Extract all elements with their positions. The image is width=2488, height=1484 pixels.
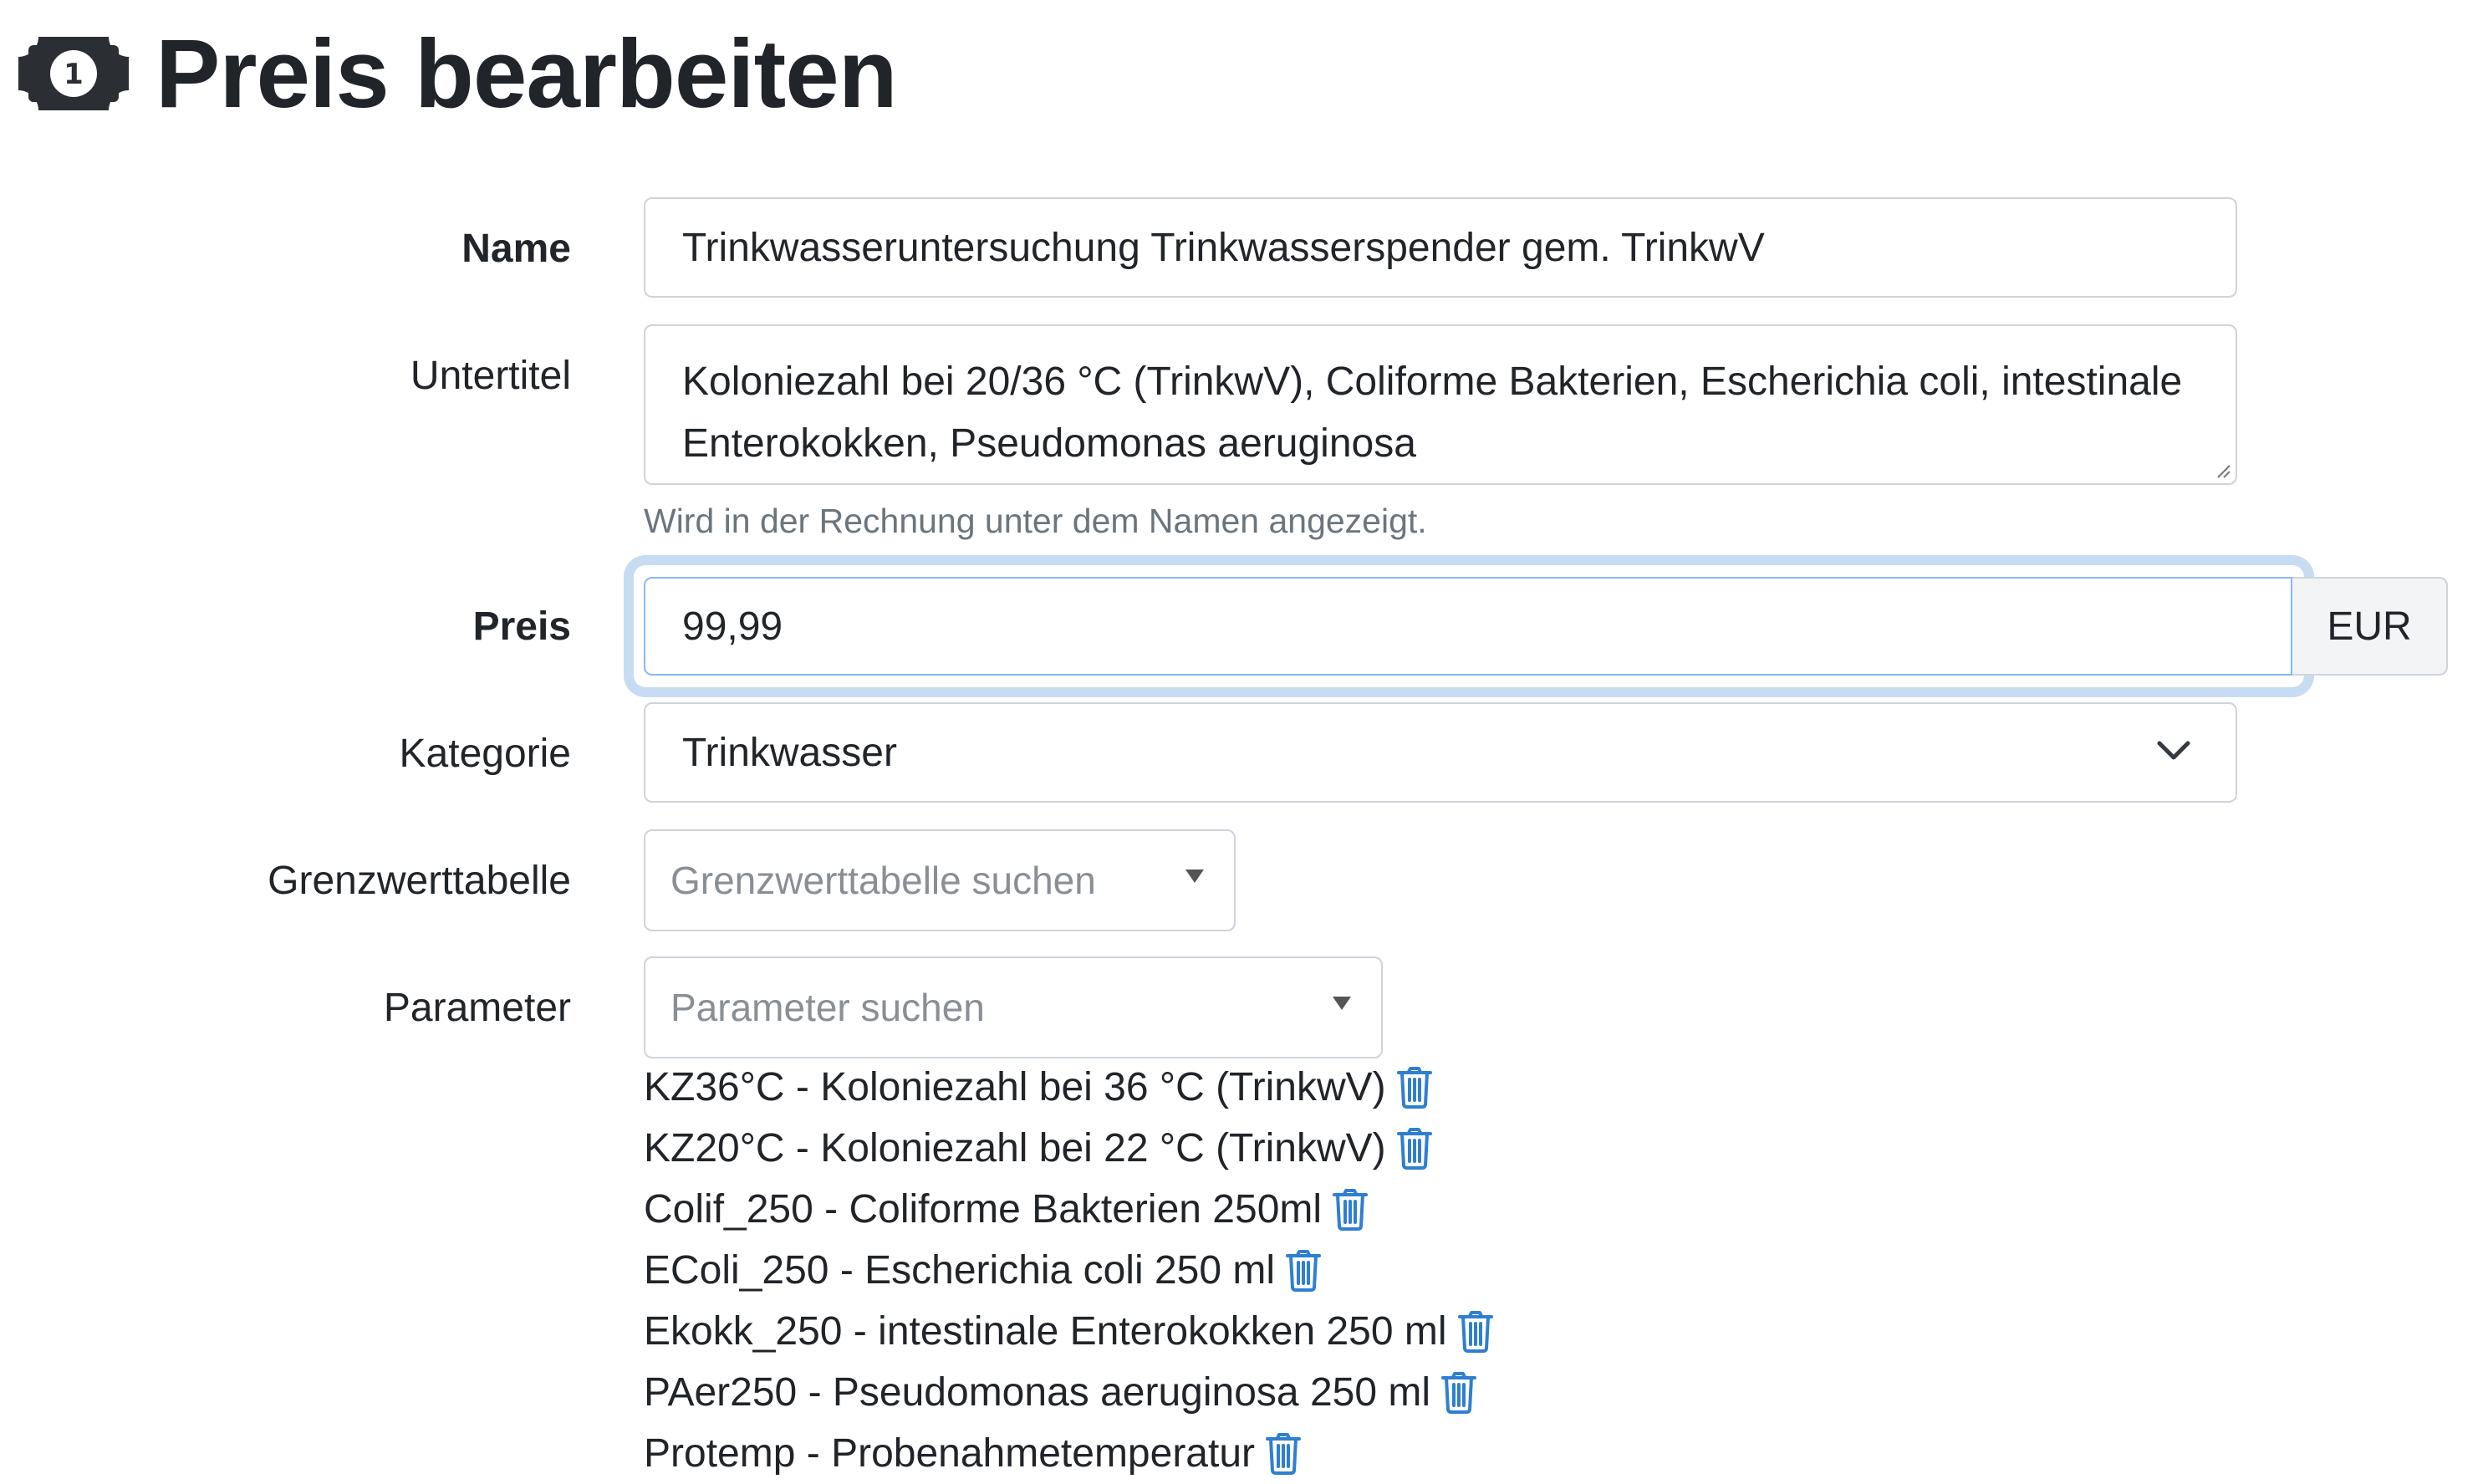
parameter-list: KZ36°C - Koloniezahl bei 36 °C (TrinkwV)… <box>644 1057 1494 1484</box>
parameter-search[interactable]: Parameter suchen <box>644 956 1383 1058</box>
currency-label: EUR <box>2327 604 2412 649</box>
name-input-value: Trinkwasseruntersuchung Trinkwasserspend… <box>682 225 1765 270</box>
limit-table-placeholder: Grenzwerttabelle suchen <box>670 859 1096 902</box>
trash-icon[interactable] <box>1396 1127 1433 1170</box>
page-title-text: Preis bearbeiten <box>156 19 898 128</box>
caret-down-icon <box>1185 869 1204 883</box>
trash-icon[interactable] <box>1332 1188 1369 1231</box>
parameter-item-label: PAer250 - Pseudomonas aeruginosa 250 ml <box>644 1370 1431 1415</box>
list-item: Ekokk_250 - intestinale Enterokokken 250… <box>644 1301 1494 1362</box>
parameter-item-label: Colif_250 - Coliforme Bakterien 250ml <box>644 1187 1323 1232</box>
category-select[interactable]: Trinkwasser <box>644 702 2237 803</box>
resize-grip-icon[interactable] <box>2215 463 2231 478</box>
list-item: Protemp - Probenahmetemperatur <box>644 1423 1494 1484</box>
parameter-item-label: KZ20°C - Koloniezahl bei 22 °C (TrinkwV) <box>644 1126 1386 1170</box>
limit-table-label: Grenzwerttabelle <box>268 859 571 903</box>
name-input[interactable]: Trinkwasseruntersuchung Trinkwasserspend… <box>644 197 2237 298</box>
money-bill-icon: 1 <box>18 37 129 110</box>
trash-icon[interactable] <box>1440 1371 1477 1414</box>
parameter-item-label: Ekokk_250 - intestinale Enterokokken 250… <box>644 1309 1447 1354</box>
limit-table-search[interactable]: Grenzwerttabelle suchen <box>644 829 1236 931</box>
parameter-item-label: Protemp - Probenahmetemperatur <box>644 1431 1256 1476</box>
price-input[interactable]: 99,99 <box>644 577 2292 676</box>
list-item: EColi_250 - Escherichia coli 250 ml <box>644 1240 1494 1301</box>
trash-icon[interactable] <box>1285 1249 1322 1292</box>
trash-icon[interactable] <box>1396 1066 1433 1109</box>
parameter-item-label: EColi_250 - Escherichia coli 250 ml <box>644 1248 1276 1293</box>
name-label: Name <box>461 227 571 271</box>
subtitle-help-text: Wird in der Rechnung unter dem Namen ang… <box>644 502 1427 540</box>
currency-addon: EUR <box>2292 577 2448 676</box>
price-input-value: 99,99 <box>682 604 783 649</box>
category-select-value: Trinkwasser <box>682 730 897 775</box>
svg-text:1: 1 <box>64 58 84 91</box>
parameter-label: Parameter <box>383 986 571 1030</box>
page-title: 1 Preis bearbeiten <box>18 15 898 132</box>
subtitle-textarea[interactable]: Koloniezahl bei 20/36 °C (TrinkwV), Coli… <box>644 324 2237 485</box>
list-item: Colif_250 - Coliforme Bakterien 250ml <box>644 1179 1494 1240</box>
subtitle-label: Untertitel <box>410 354 571 398</box>
list-item: PAer250 - Pseudomonas aeruginosa 250 ml <box>644 1362 1494 1423</box>
subtitle-textarea-value: Koloniezahl bei 20/36 °C (TrinkwV), Coli… <box>682 360 2183 466</box>
caret-down-icon <box>1333 997 1351 1010</box>
list-item: KZ20°C - Koloniezahl bei 22 °C (TrinkwV) <box>644 1118 1494 1179</box>
chevron-down-icon <box>2157 741 2190 760</box>
parameter-item-label: KZ36°C - Koloniezahl bei 36 °C (TrinkwV) <box>644 1065 1386 1109</box>
category-label: Kategorie <box>399 732 571 776</box>
trash-icon[interactable] <box>1265 1432 1302 1475</box>
parameter-placeholder: Parameter suchen <box>670 986 985 1029</box>
price-label: Preis <box>472 604 571 649</box>
list-item: KZ36°C - Koloniezahl bei 36 °C (TrinkwV) <box>644 1057 1494 1118</box>
trash-icon[interactable] <box>1457 1310 1494 1353</box>
